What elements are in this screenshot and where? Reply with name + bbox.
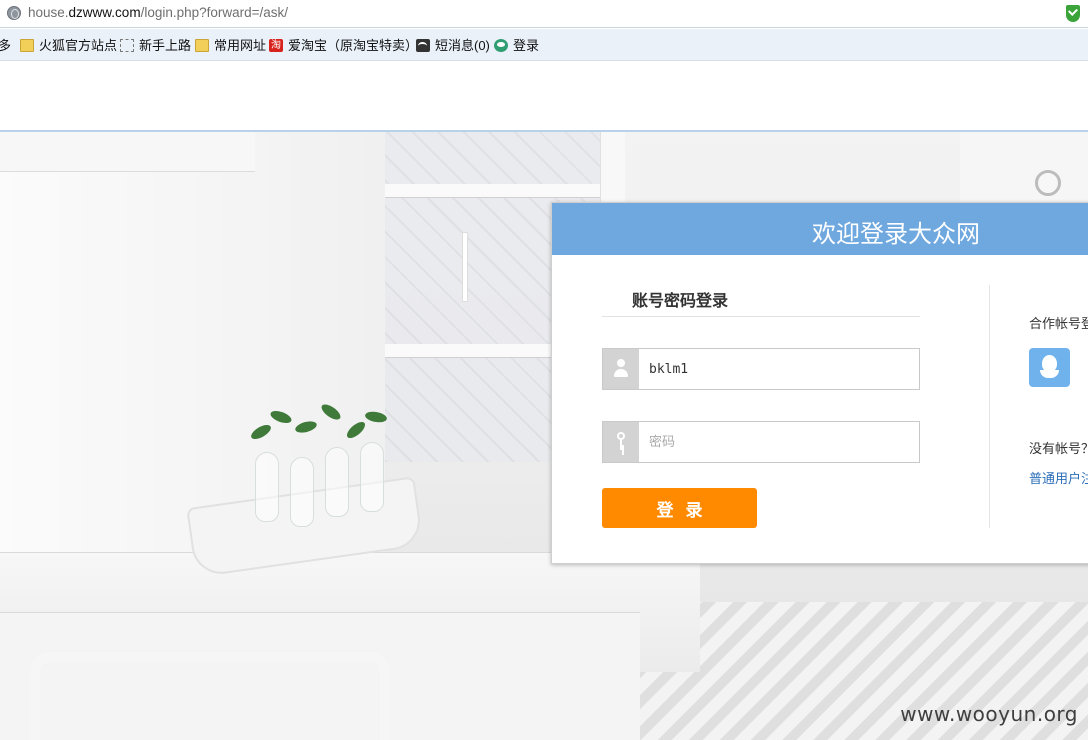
- bookmark-common-sites[interactable]: 常用网址: [195, 37, 266, 55]
- bookmark-label: 常用网址: [214, 38, 267, 53]
- bookmarks-bar: 多 火狐官方站点 新手上路 常用网址 淘爱淘宝（原淘宝特卖） 短消息(0) 登录: [0, 29, 1088, 61]
- bookmark-getting-started[interactable]: 新手上路: [120, 37, 191, 55]
- login-icon: [494, 39, 508, 53]
- bookmark-label: 登录: [513, 38, 540, 53]
- no-account-label: 没有帐号？: [1029, 442, 1088, 457]
- login-title: 欢迎登录大众网: [812, 220, 980, 248]
- key-icon: [603, 422, 639, 462]
- bookmark-label: 爱淘宝（原淘宝特卖）: [288, 38, 419, 53]
- vase: [290, 457, 314, 527]
- tab-underline: [602, 316, 920, 317]
- tab-password-login[interactable]: 账号密码登录: [632, 287, 728, 311]
- password-input[interactable]: [639, 422, 919, 462]
- address-bar[interactable]: house.dzwww.com/login.php?forward=/ask/: [0, 0, 1088, 28]
- qq-penguin-icon: [1040, 355, 1059, 380]
- login-header: 欢迎登录大众网: [552, 203, 1088, 255]
- bookmark-ai-taobao[interactable]: 淘爱淘宝（原淘宝特卖）: [269, 37, 418, 55]
- divider: [989, 285, 990, 528]
- candle: [462, 232, 468, 302]
- url-path: /login.php?forward=/ask/: [140, 5, 289, 20]
- bookmark-label: 短消息(0): [435, 38, 490, 53]
- plant-leaves: [248, 401, 390, 467]
- url-domain: dzwww.com: [68, 5, 141, 20]
- taobao-icon: 淘: [269, 39, 283, 53]
- partner-login-label: 合作帐号登: [1029, 317, 1088, 332]
- globe-icon: [7, 6, 21, 20]
- dashed-page-icon: [120, 39, 134, 53]
- bookmark-messages[interactable]: 短消息(0): [416, 37, 490, 55]
- username-field[interactable]: [602, 348, 920, 390]
- shelf-right: [960, 132, 1088, 202]
- login-panel: 欢迎登录大众网 账号密码登录 登录 合作帐号登 没有帐号？ 普通用户注: [551, 202, 1088, 564]
- site-header: [0, 62, 1088, 132]
- url-text[interactable]: house.dzwww.com/login.php?forward=/ask/: [28, 5, 288, 20]
- qq-login-button[interactable]: [1029, 348, 1070, 387]
- bookmark-login[interactable]: 登录: [494, 37, 539, 55]
- folder-icon: [20, 39, 34, 53]
- bookmark-more[interactable]: 多: [0, 37, 11, 55]
- clock-decoration: [1035, 170, 1061, 196]
- username-input[interactable]: [639, 349, 919, 389]
- register-link[interactable]: 普通用户注: [1029, 468, 1088, 487]
- watermark: www.wooyun.org: [900, 702, 1078, 726]
- password-field[interactable]: [602, 421, 920, 463]
- bookmark-label: 火狐官方站点: [39, 38, 118, 53]
- chair: [30, 652, 390, 740]
- login-button[interactable]: 登录: [602, 488, 757, 528]
- message-icon: [416, 39, 430, 53]
- bookmark-label: 新手上路: [139, 38, 192, 53]
- url-prefix: house.: [28, 5, 69, 20]
- bookmark-firefox-official[interactable]: 火狐官方站点: [20, 37, 117, 55]
- bookmark-label: 多: [0, 38, 12, 53]
- security-shield-icon[interactable]: [1066, 5, 1080, 22]
- cabinet: [0, 132, 255, 172]
- folder-icon: [195, 39, 209, 53]
- user-icon: [603, 349, 639, 389]
- shelf: [385, 184, 615, 198]
